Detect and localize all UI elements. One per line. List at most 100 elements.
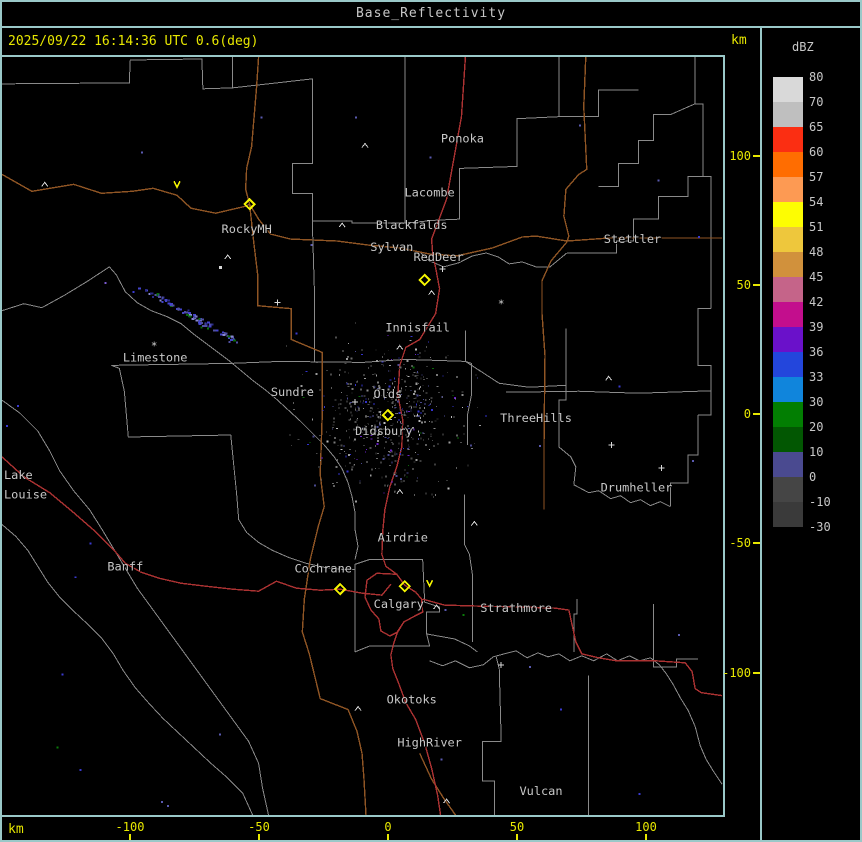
city-label: Calgary: [374, 597, 424, 611]
echo-clutter-pixel: [450, 416, 452, 418]
echo-clutter-pixel: [348, 343, 350, 345]
echo-clutter-pixel: [324, 406, 326, 409]
echo-clutter-pixel: [421, 374, 423, 376]
timestamp-bar: 2025/09/22 16:14:36 UTC 0.6(deg): [0, 28, 725, 55]
legend-value-label: 42: [809, 295, 824, 309]
echo-clutter-pixel: [332, 420, 335, 423]
echo-streak-pixel: [229, 338, 233, 341]
echo-streak-pixel: [145, 289, 147, 292]
echo-clutter-pixel: [297, 438, 300, 440]
echo-clutter-pixel: [430, 433, 432, 436]
echo-clutter-pixel: [344, 465, 346, 467]
echo-clutter-pixel: [381, 361, 384, 363]
x-axis-tick-label: 100: [635, 820, 657, 834]
echo-clutter-pixel: [365, 448, 367, 450]
echo-clutter-pixel: [334, 409, 336, 411]
echo-clutter-pixel: [345, 455, 347, 458]
echo-clutter-pixel: [436, 386, 439, 388]
legend-color-swatch: [773, 427, 803, 452]
echo-clutter-pixel: [462, 407, 464, 409]
echo-streak-pixel: [171, 304, 175, 307]
echo-streak-pixel: [232, 339, 236, 342]
radar-application-window: Base_Reflectivity 2025/09/22 16:14:36 UT…: [0, 0, 862, 842]
echo-clutter-pixel: [402, 409, 404, 411]
echo-clutter-pixel: [411, 364, 413, 367]
echo-clutter-pixel: [358, 395, 361, 397]
echo-clutter-pixel: [442, 375, 444, 377]
echo-clutter-pixel: [413, 401, 415, 403]
echo-clutter-pixel: [410, 457, 413, 460]
echo-clutter-pixel: [419, 416, 421, 419]
legend-value-label: 65: [809, 120, 824, 134]
echo-clutter-pixel: [346, 470, 349, 473]
echo-clutter-pixel: [331, 482, 334, 484]
echo-clutter-pixel: [400, 379, 403, 381]
echo-noise-dot: [218, 733, 221, 736]
legend-value-label: 39: [809, 320, 824, 334]
echo-noise-dot: [529, 665, 532, 668]
echo-clutter-pixel: [376, 442, 379, 445]
wind-chevron-icon: [425, 579, 434, 588]
echo-noise-dot: [104, 281, 107, 284]
echo-clutter-pixel: [434, 420, 437, 422]
echo-streak-pixel: [201, 318, 205, 321]
echo-clutter-pixel: [405, 374, 408, 376]
y-axis-tick-mark: [753, 413, 760, 415]
echo-clutter-pixel: [423, 433, 425, 435]
echo-clutter-pixel: [309, 441, 311, 443]
legend-color-swatch: [773, 277, 803, 302]
echo-clutter-pixel: [415, 458, 418, 461]
echo-clutter-pixel: [461, 393, 464, 396]
legend-color-swatch: [773, 77, 803, 102]
echo-clutter-pixel: [348, 436, 350, 439]
echo-clutter-pixel: [354, 421, 357, 423]
echo-clutter-pixel: [429, 357, 431, 359]
echo-streak-pixel: [198, 318, 201, 321]
echo-clutter-pixel: [422, 376, 424, 378]
echo-clutter-pixel: [404, 389, 406, 391]
echo-clutter-pixel: [399, 449, 401, 451]
echo-clutter-pixel: [415, 358, 417, 361]
x-axis-tick-label: 0: [384, 820, 392, 834]
echo-clutter-pixel: [335, 466, 338, 469]
echo-clutter-pixel: [375, 468, 377, 470]
echo-clutter-pixel: [348, 448, 351, 450]
echo-clutter-pixel: [408, 446, 410, 448]
echo-clutter-pixel: [404, 473, 406, 476]
y-axis-tick-label: 100: [729, 149, 751, 163]
echo-clutter-pixel: [335, 481, 338, 483]
city-label: Ponoka: [441, 132, 484, 146]
echo-clutter-pixel: [415, 348, 418, 351]
city-label: Louise: [4, 488, 47, 502]
echo-clutter-pixel: [361, 349, 363, 351]
echo-clutter-pixel: [369, 416, 371, 418]
echo-clutter-pixel: [417, 372, 419, 374]
echo-clutter-pixel: [422, 384, 424, 386]
echo-clutter-pixel: [416, 403, 418, 406]
echo-clutter-pixel: [340, 399, 342, 401]
secondary-road-line: [249, 203, 723, 257]
echo-noise-dot: [295, 332, 298, 335]
echo-streak-pixel: [230, 335, 234, 338]
y-axis-unit-label: km: [731, 33, 747, 48]
echo-clutter-pixel: [355, 500, 358, 503]
echo-clutter-pixel: [333, 441, 336, 444]
echo-noise-dot: [79, 769, 82, 772]
echo-clutter-pixel: [414, 375, 417, 377]
echo-clutter-pixel: [387, 334, 389, 336]
echo-clutter-pixel: [418, 405, 420, 407]
echo-clutter-pixel: [393, 417, 396, 418]
echo-clutter-pixel: [359, 480, 361, 482]
municipal-boundary-line: [232, 78, 405, 224]
echo-clutter-pixel: [326, 440, 329, 443]
echo-streak-pixel: [151, 292, 154, 295]
echo-clutter-pixel: [347, 372, 349, 374]
echo-clutter-pixel: [437, 481, 439, 483]
radar-map-viewport[interactable]: * * Ponoka Lacombe Blackfalds Sylvan RedDeer St…: [0, 55, 725, 817]
echo-clutter-pixel: [413, 413, 415, 416]
echo-clutter-pixel: [381, 364, 383, 366]
legend-value-label: 10: [809, 445, 824, 459]
echo-clutter-pixel: [424, 350, 426, 352]
legend-value-label: 45: [809, 270, 824, 284]
station-asterisk-icon: *: [498, 298, 505, 311]
